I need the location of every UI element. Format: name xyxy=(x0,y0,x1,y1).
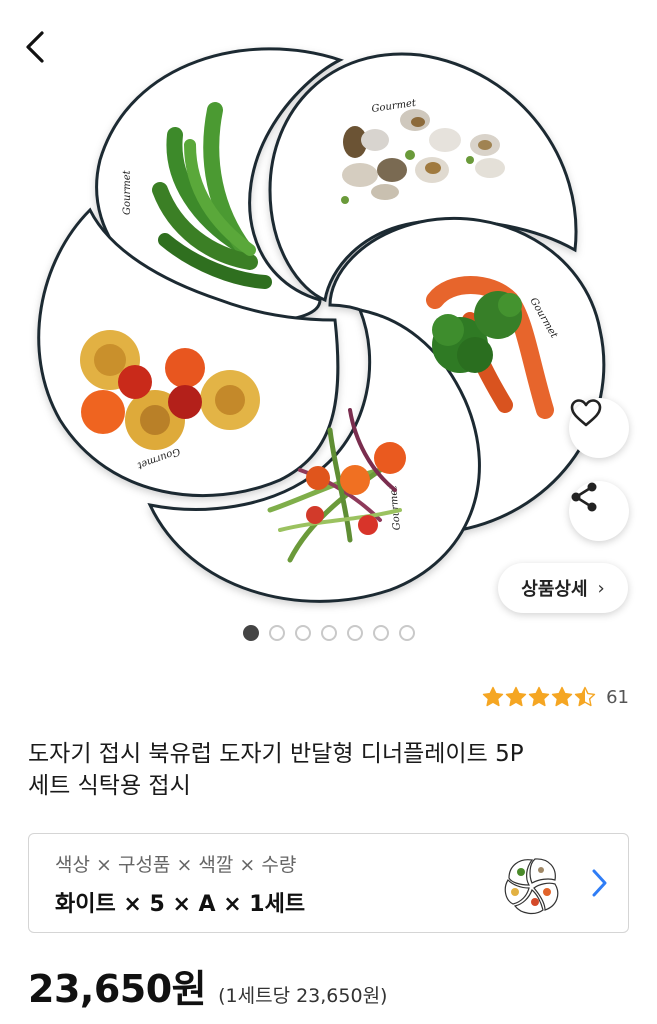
product-title-line2: 세트 식탁용 접시 xyxy=(28,773,191,799)
pagination-dot[interactable] xyxy=(268,625,285,641)
pagination-dot[interactable] xyxy=(346,625,363,641)
share-button[interactable] xyxy=(569,481,629,541)
pagination-dot[interactable] xyxy=(242,625,259,641)
review-count: 61 xyxy=(606,686,629,708)
option-value: 화이트 × 5 × A × 1세트 xyxy=(55,892,306,917)
pagination-dot[interactable] xyxy=(372,625,389,641)
star-icon xyxy=(505,686,527,707)
product-rating[interactable]: 61 xyxy=(482,686,629,708)
option-thumbnail xyxy=(504,858,559,915)
product-photo: Gourmet Gourmet Gourmet Gourmet Gourmet xyxy=(37,47,606,603)
product-title: 도자기 접시 북유럽 도자기 반달형 디너플레이트 5P 세트 식탁용 접시 xyxy=(28,738,628,802)
back-arrow-icon xyxy=(26,31,44,63)
price-row: 23,650원 (1세트당 23,650원) xyxy=(28,958,387,1013)
svg-text:Gourmet: Gourmet xyxy=(122,169,133,215)
option-selector[interactable]: 색상 × 구성품 × 색깔 × 수량 화이트 × 5 × A × 1세트 xyxy=(28,833,629,933)
star-icon xyxy=(528,686,550,707)
wishlist-button[interactable] xyxy=(569,398,629,458)
chevron-right-icon xyxy=(592,869,607,897)
product-image-gallery[interactable]: Gourmet Gourmet Gourmet Gourmet Gourmet xyxy=(0,0,657,625)
heart-icon xyxy=(570,399,602,427)
chevron-right-icon: › xyxy=(597,577,605,599)
star-icon xyxy=(482,686,504,707)
product-detail-button[interactable]: 상품상세 › xyxy=(498,563,628,613)
unit-price: (1세트당 23,650원) xyxy=(218,985,388,1007)
pagination-dot[interactable] xyxy=(320,625,337,641)
option-label: 색상 × 구성품 × 색깔 × 수량 xyxy=(55,854,297,876)
product-detail-label: 상품상세 xyxy=(521,579,588,600)
product-title-line1: 도자기 접시 북유럽 도자기 반달형 디너플레이트 5P xyxy=(28,741,524,767)
rating-stars xyxy=(482,686,596,708)
price-amount: 23,650원 xyxy=(28,967,207,1011)
star-icon xyxy=(551,686,573,707)
star-icon xyxy=(574,686,596,707)
image-pagination xyxy=(0,625,657,641)
back-button[interactable] xyxy=(22,30,70,78)
share-icon xyxy=(571,482,597,512)
pagination-dot[interactable] xyxy=(398,625,415,641)
pagination-dot[interactable] xyxy=(294,625,311,641)
